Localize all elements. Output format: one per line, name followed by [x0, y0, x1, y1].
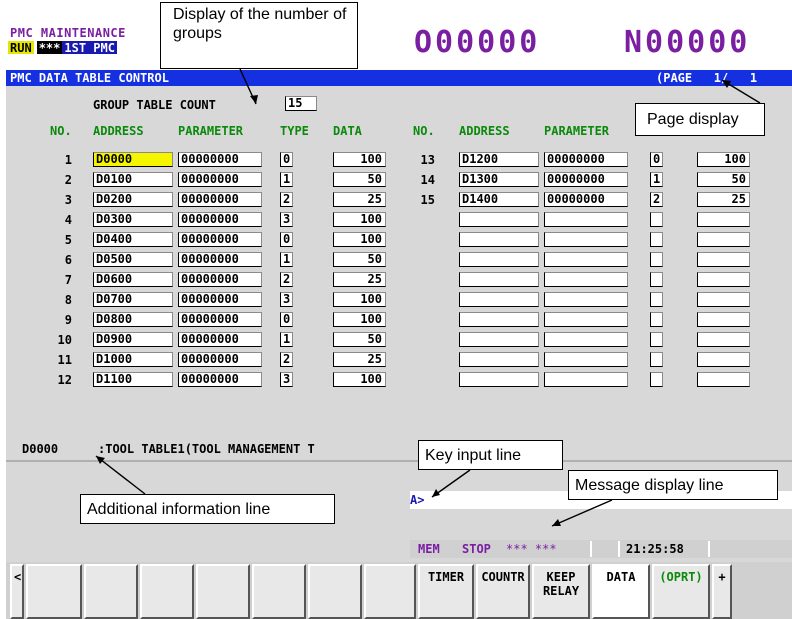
arrow-message: [551, 499, 613, 527]
arrow-additional: [95, 455, 146, 495]
callout-arrows: [95, 68, 761, 527]
arrowhead-groups: [250, 95, 258, 104]
